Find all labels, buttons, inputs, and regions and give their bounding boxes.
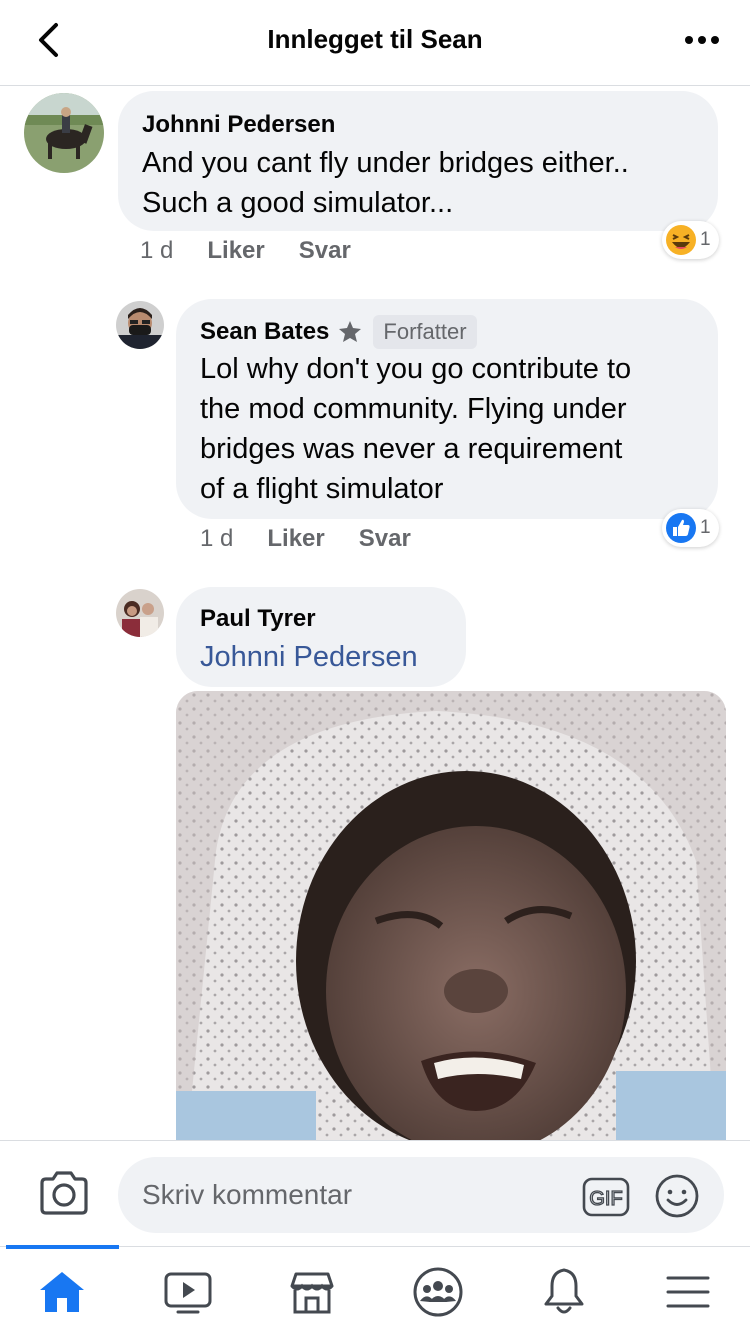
home-icon (40, 1272, 84, 1312)
comment-time[interactable]: 1 d (140, 237, 173, 265)
comment-bubble[interactable]: Paul Tyrer Johnni Pedersen (176, 587, 466, 687)
marketplace-icon (290, 1272, 334, 1314)
comment-meta: 1 d Liker Svar (200, 525, 411, 553)
comment-time[interactable]: 1 d (200, 525, 233, 553)
comment-composer: Skriv kommentar GIF (0, 1140, 750, 1246)
comment-author[interactable]: Johnni Pedersen (142, 111, 335, 139)
more-dots-icon (685, 36, 719, 44)
avatar-paul[interactable] (116, 589, 164, 637)
top-bar: Innlegget til Sean (0, 0, 750, 86)
camera-icon (40, 1171, 88, 1215)
comment-text-line: And you cant fly under bridges either.. (142, 147, 629, 179)
tab-notifications[interactable] (534, 1265, 594, 1319)
author-badge: Forfatter (373, 315, 477, 349)
tab-groups[interactable] (408, 1265, 468, 1319)
gif-icon: GIF (582, 1177, 630, 1217)
like-icon (666, 513, 696, 543)
like-link[interactable]: Liker (207, 237, 264, 265)
reply-link[interactable]: Svar (299, 237, 351, 265)
emoji-button[interactable] (654, 1173, 700, 1219)
reaction-summary[interactable]: 1 (662, 509, 719, 547)
comment-text-line: Such a good simulator... (142, 187, 454, 219)
gif-image[interactable] (176, 691, 726, 1140)
hamburger-menu-icon (666, 1276, 710, 1308)
reaction-count: 1 (700, 517, 711, 538)
reply-link[interactable]: Svar (359, 525, 411, 553)
tab-video[interactable] (158, 1265, 218, 1319)
tab-home[interactable] (32, 1265, 92, 1319)
bell-icon (544, 1268, 584, 1314)
tab-menu[interactable] (658, 1265, 718, 1319)
comment-text-line: Lol why don't you go contribute to (200, 353, 632, 385)
comment-text-line: bridges was never a requirement (200, 433, 623, 465)
groups-icon (413, 1267, 463, 1317)
comment-input-placeholder: Skriv kommentar (142, 1179, 353, 1210)
haha-icon (666, 225, 696, 255)
comment-meta: 1 d Liker Svar (140, 237, 351, 265)
gif-label: GIF (589, 1188, 622, 1210)
comment-text-line: the mod community. Flying under (200, 393, 627, 425)
camera-button[interactable] (38, 1169, 90, 1217)
active-tab-indicator (6, 1245, 119, 1249)
top-fan-star-icon (339, 321, 362, 342)
comment-bubble[interactable]: Johnni Pedersen And you cant fly under b… (118, 91, 718, 231)
smiley-icon (655, 1174, 699, 1218)
comment-author[interactable]: Paul Tyrer (200, 605, 316, 633)
tab-marketplace[interactable] (282, 1265, 342, 1319)
like-link[interactable]: Liker (267, 525, 324, 553)
reaction-summary[interactable]: 1 (662, 221, 719, 259)
comment-author[interactable]: Sean Bates (200, 318, 329, 346)
comment-input[interactable]: Skriv kommentar GIF (118, 1157, 724, 1233)
avatar-johnni[interactable] (24, 93, 104, 173)
reaction-count: 1 (700, 229, 711, 250)
bottom-tab-bar (0, 1245, 750, 1334)
comments-list: Johnni Pedersen And you cant fly under b… (0, 87, 750, 1140)
video-icon (164, 1272, 212, 1314)
avatar-sean[interactable] (116, 301, 164, 349)
page-title: Innlegget til Sean (267, 24, 483, 54)
gif-button[interactable]: GIF (582, 1177, 630, 1217)
more-options-button[interactable] (680, 22, 724, 58)
comment-bubble[interactable]: Sean Bates Forfatter Lol why don't you g… (176, 299, 718, 519)
mention-link[interactable]: Johnni Pedersen (200, 637, 418, 677)
comment-text-line: of a flight simulator (200, 473, 444, 505)
